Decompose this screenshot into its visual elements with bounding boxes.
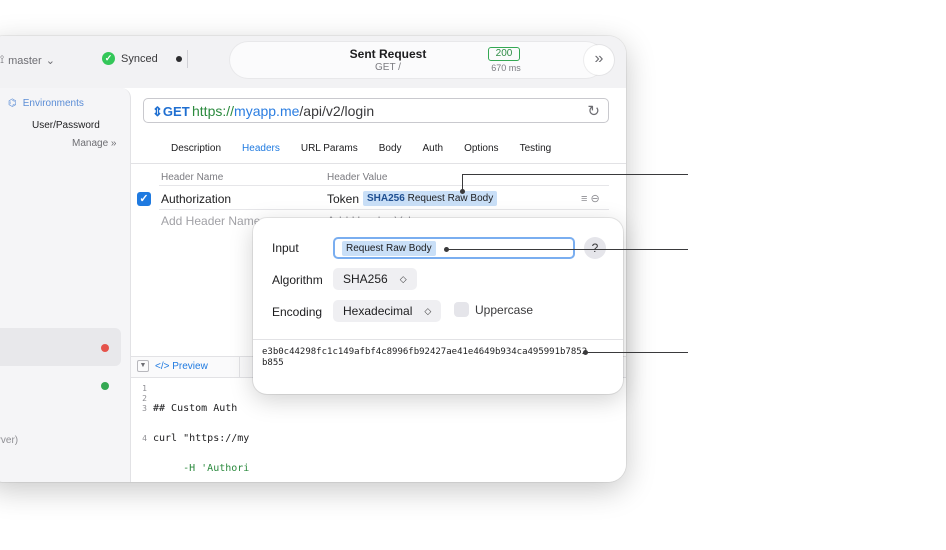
header-name-field[interactable]: Authorization (161, 192, 231, 206)
input-field[interactable]: Request Raw Body (333, 237, 575, 259)
http-method-selector[interactable]: ⇕GET (152, 104, 190, 120)
preview-tab[interactable]: </> Preview (155, 361, 208, 372)
branch-selector[interactable]: ⟟ master ⌄ (0, 54, 55, 67)
manage-environments-link[interactable]: Manage » (72, 138, 116, 149)
branch-icon: ⟟ (0, 54, 5, 66)
tabs-divider (131, 163, 626, 164)
branch-name: master (8, 54, 42, 67)
header-name-column: Header Name (161, 172, 224, 183)
line-number: 3 (142, 404, 147, 413)
tab-options[interactable]: Options (464, 143, 498, 154)
encoding-label: Encoding (272, 305, 323, 319)
token-algorithm: SHA256 (367, 193, 405, 204)
environment-value[interactable]: User/Password (32, 120, 100, 131)
row-actions: ≡ ⊖ (581, 192, 600, 205)
row-divider (159, 209, 609, 210)
line-number: 4 (142, 434, 147, 443)
tab-description[interactable]: Description (171, 143, 221, 154)
request-tabs: Description Headers URL Params Body Auth… (171, 143, 551, 154)
callout-dot (583, 350, 588, 355)
uppercase-label[interactable]: Uppercase (475, 303, 533, 317)
code-line: curl "https://my (153, 433, 250, 444)
status-code-badge: 200 (488, 47, 520, 61)
environments-icon: ⌬ (8, 98, 17, 109)
code-preview: ## Custom Auth curl "https://my -H 'Auth… (153, 384, 255, 482)
tab-body[interactable]: Body (379, 143, 402, 154)
callout-line (447, 249, 688, 250)
collapse-toggle-icon[interactable]: ▼ (137, 360, 149, 372)
add-header-name-input[interactable]: Add Header Name (161, 214, 260, 228)
sidebar: ⌬ Environments User/Password Manage » er… (0, 88, 131, 482)
sync-label: Synced (121, 52, 158, 65)
refresh-icon[interactable]: ↻ (587, 102, 600, 120)
divider (239, 356, 240, 378)
callout-line (586, 352, 688, 353)
callout-dot (460, 189, 465, 194)
sync-status: ✓ Synced (102, 52, 158, 65)
algorithm-select[interactable]: SHA256 ◇ (333, 268, 417, 290)
hash-config-popover: Input Request Raw Body ? Algorithm SHA25… (253, 218, 623, 394)
updown-chevron-icon: ◇ (399, 273, 407, 284)
code-line: ## Custom Auth (153, 403, 238, 414)
tab-url-params[interactable]: URL Params (301, 143, 358, 154)
header-enabled-checkbox[interactable]: ✓ (137, 192, 151, 206)
environments-label: Environments (22, 98, 84, 109)
code-line: -H 'Authori (153, 463, 250, 474)
tab-testing[interactable]: Testing (520, 143, 552, 154)
http-method: GET (162, 104, 190, 119)
header-value-column: Header Value (327, 172, 388, 183)
algorithm-value: SHA256 (343, 272, 388, 286)
status-dot-green (101, 382, 109, 390)
popover-divider (253, 339, 623, 340)
record-dot-icon[interactable] (176, 56, 182, 62)
double-chevron-right-icon: » (594, 50, 604, 67)
help-button[interactable]: ? (584, 237, 606, 259)
header-value-prefix[interactable]: Token (327, 192, 359, 206)
url-bar[interactable]: ⇕GET https://myapp.me/api/v2/login ↻ (143, 98, 609, 123)
line-numbers: 1 2 3 4 (135, 384, 147, 444)
checkmark-icon: ✓ (102, 52, 115, 65)
uppercase-checkbox[interactable] (454, 302, 469, 317)
sidebar-item-label[interactable]: erver) (0, 435, 18, 446)
response-time: 670 ms (491, 63, 521, 73)
remove-circle-icon[interactable]: ⊖ (590, 193, 599, 205)
algorithm-label: Algorithm (272, 273, 323, 287)
url-path: /api/v2/login (299, 103, 375, 119)
line-number (135, 414, 147, 424)
updown-chevron-icon: ◇ (424, 305, 432, 316)
sent-request-method: GET / (375, 62, 401, 73)
input-value-token[interactable]: Request Raw Body (342, 241, 436, 256)
hash-output: e3b0c44298fc1c149afbf4c8996fb92427ae41e4… (262, 347, 588, 368)
sent-request-title: Sent Request (349, 47, 427, 61)
encoding-select[interactable]: Hexadecimal ◇ (333, 300, 442, 322)
row-divider (159, 185, 609, 186)
callout-line (462, 174, 688, 175)
line-number: 2 (142, 394, 147, 403)
status-dot-red (101, 344, 109, 352)
url-host: myapp.me (234, 103, 300, 119)
token-label: Request Raw Body (407, 193, 494, 204)
url-input[interactable]: https://myapp.me/api/v2/login (192, 103, 374, 119)
dynamic-value-token[interactable]: SHA256 Request Raw Body (363, 191, 498, 206)
tab-headers[interactable]: Headers (242, 143, 280, 154)
expand-panel-button[interactable]: » (584, 45, 614, 75)
encoding-value: Hexadecimal (343, 304, 413, 318)
input-label: Input (272, 241, 299, 255)
url-scheme: https:// (192, 103, 235, 119)
tab-auth[interactable]: Auth (423, 143, 444, 154)
chevron-down-icon: ⌄ (45, 55, 55, 67)
text-lines-icon[interactable]: ≡ (581, 193, 587, 205)
line-number: 1 (142, 384, 147, 393)
callout-dot (444, 247, 449, 252)
divider (187, 50, 188, 68)
environments-header[interactable]: ⌬ Environments (8, 98, 84, 109)
title-bar: ⟟ master ⌄ ✓ Synced Sent Request GET / 2… (0, 36, 626, 88)
